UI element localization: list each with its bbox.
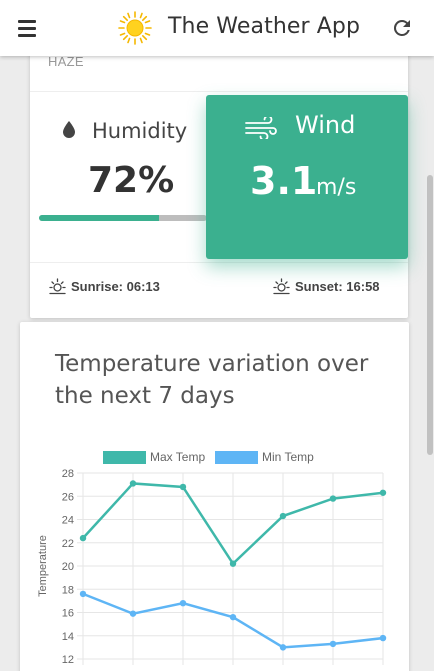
chart-title: Temperature variation over the next 7 da… [55,351,369,409]
sunrise-icon [49,278,66,295]
wind-unit: m/s [316,175,357,200]
humidity-progress-bar [39,215,207,221]
data-point [129,480,137,487]
legend-swatch [215,451,258,464]
weather-condition: HAZE [48,54,84,69]
data-point [179,483,187,491]
legend-swatch [103,451,146,464]
data-point [329,640,337,648]
temperature-chart: 28 26 24 22 20 18 16 14 12 Temperature Max Temp Min… [37,450,387,666]
data-point [279,644,287,651]
divider [30,262,408,263]
sunset-row: Sunset: 16:58 [273,278,380,295]
y-tick-label: 24 [62,515,74,527]
y-tick-label: 20 [62,561,74,573]
wind-card: Wind 3.1 m/s [206,95,408,259]
app-bar: The Weather App [0,0,434,56]
wind-icon [245,117,277,139]
data-point [229,613,237,621]
divider [30,91,408,92]
y-tick-label: 14 [62,631,74,643]
humidity-progress-fill [39,215,159,221]
humidity-label: Humidity [92,119,188,143]
data-point [379,489,387,496]
y-axis-label: Temperature [37,535,49,597]
humidity-value: 72% [88,160,175,201]
legend-label: Max Temp [150,450,205,464]
sunset-text: Sunset: 16:58 [295,279,380,294]
y-tick-label: 18 [62,584,74,596]
data-point [279,512,287,520]
app-title: The Weather App [168,14,361,39]
scrollbar[interactable] [427,175,433,455]
data-point [179,600,187,607]
sunrise-row: Sunrise: 06:13 [49,278,160,295]
wind-value: 3.1 [250,159,318,203]
data-point [329,495,337,502]
y-tick-label: 22 [62,538,74,550]
y-tick-label: 12 [62,654,74,666]
menu-icon[interactable] [16,17,40,39]
sunset-icon [273,278,290,295]
data-point [229,560,237,567]
data-point [79,534,87,542]
droplet-icon [63,121,75,138]
refresh-icon[interactable] [390,16,414,40]
data-point [129,610,137,617]
y-tick-label: 16 [62,608,74,620]
sun-logo-icon [118,11,152,45]
wind-label: Wind [295,111,356,139]
data-point [79,590,87,598]
data-point [379,634,387,642]
y-tick-label: 26 [62,491,74,503]
y-tick-label: 28 [62,468,74,480]
legend-label: Min Temp [262,450,314,464]
sunrise-text: Sunrise: 06:13 [71,279,160,294]
